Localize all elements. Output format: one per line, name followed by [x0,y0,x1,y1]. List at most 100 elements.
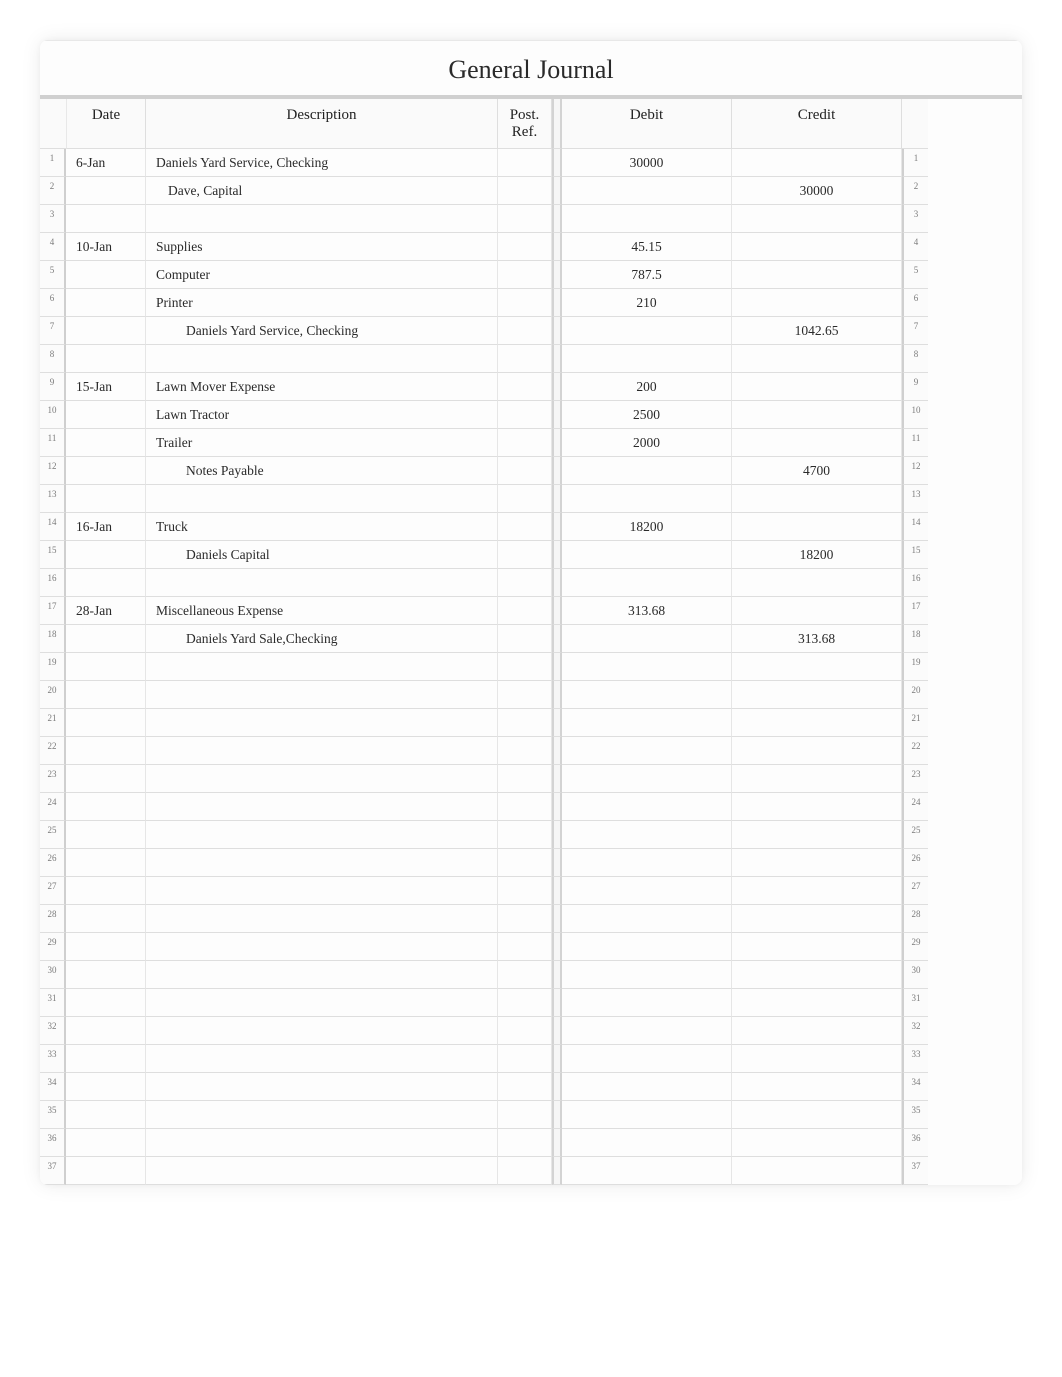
rownum-left: 30 [40,961,66,989]
cell-debit [562,961,732,989]
cell-description [146,1017,498,1045]
cell-credit [732,821,902,849]
cell-gap [552,737,562,765]
cell-debit [562,1073,732,1101]
cell-gap [552,877,562,905]
cell-credit: 30000 [732,177,902,205]
cell-description [146,933,498,961]
rownum-right: 23 [902,765,928,793]
rownum-right: 33 [902,1045,928,1073]
cell-post-ref [498,625,552,653]
rownum-left: 36 [40,1129,66,1157]
rownum-right: 3 [902,205,928,233]
rownum-left: 23 [40,765,66,793]
cell-gap [552,289,562,317]
rownum-left: 35 [40,1101,66,1129]
journal-title: General Journal [40,40,1022,99]
cell-description: Trailer [146,429,498,457]
rownum-right: 17 [902,597,928,625]
rownum-left: 32 [40,1017,66,1045]
header-post-ref: Post. Ref. [498,99,552,149]
rownum-right: 16 [902,569,928,597]
cell-gap [552,513,562,541]
cell-credit [732,345,902,373]
cell-post-ref [498,793,552,821]
cell-date [66,849,146,877]
cell-post-ref [498,765,552,793]
cell-credit: 313.68 [732,625,902,653]
cell-credit [732,737,902,765]
cell-debit: 210 [562,289,732,317]
cell-description: Daniels Capital [146,541,498,569]
cell-description [146,905,498,933]
cell-post-ref [498,961,552,989]
cell-post-ref [498,401,552,429]
cell-date: 16-Jan [66,513,146,541]
rownum-left: 28 [40,905,66,933]
cell-debit [562,541,732,569]
cell-description [146,709,498,737]
cell-post-ref [498,989,552,1017]
cell-description: Dave, Capital [146,177,498,205]
cell-description [146,765,498,793]
cell-credit [732,261,902,289]
cell-credit: 18200 [732,541,902,569]
cell-date [66,765,146,793]
header-date: Date [66,99,146,149]
cell-date [66,737,146,765]
cell-date [66,933,146,961]
cell-post-ref [498,485,552,513]
cell-date [66,877,146,905]
cell-gap [552,1073,562,1101]
cell-description [146,877,498,905]
cell-debit [562,793,732,821]
cell-description [146,345,498,373]
cell-credit [732,429,902,457]
cell-description: Daniels Yard Service, Checking [146,149,498,177]
cell-date [66,989,146,1017]
rownum-left: 27 [40,877,66,905]
cell-post-ref [498,1157,552,1185]
cell-credit [732,1073,902,1101]
cell-post-ref [498,905,552,933]
cell-description [146,569,498,597]
cell-post-ref [498,541,552,569]
rownum-right: 26 [902,849,928,877]
cell-description: Daniels Yard Sale,Checking [146,625,498,653]
cell-post-ref [498,457,552,485]
cell-date [66,569,146,597]
cell-credit [732,205,902,233]
cell-credit [732,877,902,905]
cell-description [146,821,498,849]
cell-description [146,793,498,821]
cell-gap [552,793,562,821]
cell-credit [732,373,902,401]
header-rownum-right [902,99,928,149]
rownum-right: 21 [902,709,928,737]
cell-date [66,1129,146,1157]
rownum-right: 25 [902,821,928,849]
cell-credit [732,1045,902,1073]
cell-description [146,681,498,709]
cell-debit [562,569,732,597]
rownum-left: 25 [40,821,66,849]
cell-credit [732,933,902,961]
cell-date [66,289,146,317]
cell-credit [732,485,902,513]
cell-post-ref [498,233,552,261]
rownum-right: 9 [902,373,928,401]
cell-post-ref [498,1129,552,1157]
cell-gap [552,177,562,205]
rownum-right: 1 [902,149,928,177]
cell-post-ref [498,373,552,401]
cell-gap [552,1101,562,1129]
rownum-left: 24 [40,793,66,821]
cell-credit [732,653,902,681]
cell-gap [552,597,562,625]
cell-debit: 787.5 [562,261,732,289]
rownum-right: 10 [902,401,928,429]
cell-credit [732,289,902,317]
cell-credit [732,1157,902,1185]
cell-credit [732,681,902,709]
rownum-right: 13 [902,485,928,513]
